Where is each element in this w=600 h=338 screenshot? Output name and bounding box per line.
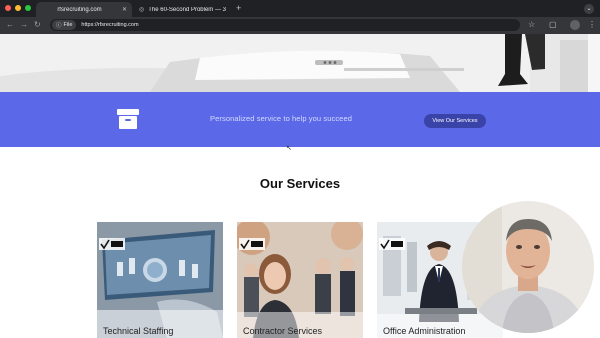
banner-tagline: Personalized service to help you succeed xyxy=(210,114,352,123)
hero-image xyxy=(0,34,600,92)
url-text: https://rfsrecruiting.com xyxy=(81,22,139,28)
maximize-window-icon[interactable] xyxy=(25,5,31,11)
file-chip-label: File xyxy=(63,22,73,28)
card-title: Office Administration xyxy=(383,326,466,336)
view-services-button[interactable]: View Our Services xyxy=(424,114,486,128)
service-card-contractor-services[interactable]: Contractor Services xyxy=(237,222,363,338)
tab-rfsrecruiting[interactable]: rfsrecruiting.com ✕ xyxy=(36,2,132,17)
close-tab-icon[interactable]: ✕ xyxy=(122,6,127,13)
service-card-technical-staffing[interactable]: Technical Staffing xyxy=(97,222,223,338)
card-title: Technical Staffing xyxy=(103,326,174,336)
reload-icon[interactable]: ↻ xyxy=(34,20,41,30)
card-title: Contractor Services xyxy=(243,326,323,336)
rfs-logo-icon xyxy=(99,238,125,250)
archive-box-icon xyxy=(117,109,139,129)
chevron-down-icon[interactable]: ⌄ xyxy=(584,4,594,14)
profile-avatar[interactable] xyxy=(570,20,580,30)
presenter-video xyxy=(462,201,594,333)
services-heading: Our Services xyxy=(259,176,341,191)
minimize-window-icon[interactable] xyxy=(15,5,21,11)
tab-label: The 60-Second Problem — 3 xyxy=(148,6,226,13)
forward-icon[interactable]: → xyxy=(20,20,28,30)
webcam-overlay xyxy=(462,201,594,333)
new-tab-icon[interactable]: + xyxy=(236,3,241,14)
file-chip[interactable]: ⓘ File xyxy=(52,20,77,30)
close-window-icon[interactable] xyxy=(5,5,11,11)
hero-illustration xyxy=(0,34,600,92)
tab-label: rfsrecruiting.com xyxy=(57,6,102,13)
mouse-cursor-icon: ↖ xyxy=(286,145,292,152)
back-icon[interactable]: ← xyxy=(6,20,14,30)
address-bar[interactable]: ⓘ File https://rfsrecruiting.com xyxy=(50,19,520,31)
rfs-logo-icon xyxy=(379,238,405,250)
extensions-icon[interactable]: ▢ xyxy=(549,20,557,30)
menu-icon[interactable]: ⋮ xyxy=(588,20,596,30)
rfs-logo-icon xyxy=(239,238,265,250)
tab-60-second-problem[interactable]: ◎ The 60-Second Problem — 3 xyxy=(134,2,234,17)
info-icon: ⓘ xyxy=(56,23,62,29)
globe-icon: ◎ xyxy=(139,7,145,13)
bookmark-star-icon[interactable]: ☆ xyxy=(528,20,535,30)
